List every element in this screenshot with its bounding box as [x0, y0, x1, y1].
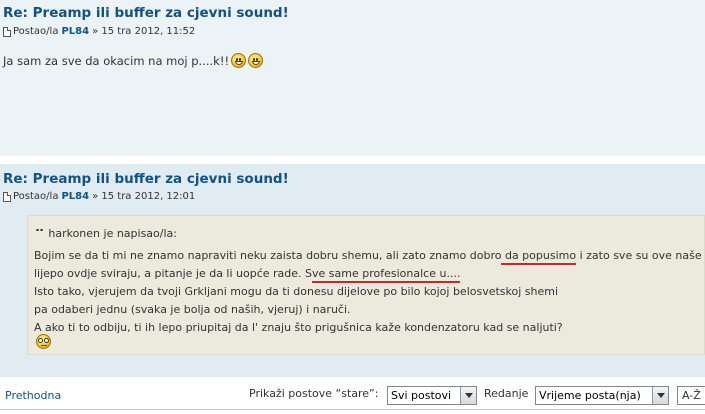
- post-date: » 15 tra 2012, 11:52: [92, 26, 196, 37]
- laughing-icon: [231, 53, 247, 68]
- quote-line: pa odaberi jednu (svaka je bolja od naši…: [34, 303, 351, 316]
- chevron-down-icon[interactable]: [652, 387, 668, 404]
- quote-block: “ harkonen je napisao/la: Bojim se da ti…: [27, 215, 705, 355]
- quote-line: lijepo ovdje sviraju, a pitanje je da li…: [34, 265, 700, 283]
- sort-bar: Prethodna Prikaži postove “stare”: Svi p…: [0, 382, 705, 410]
- divider: [0, 409, 705, 410]
- laughing-icon: [248, 53, 264, 68]
- quote-line: Isto tako, vjerujem da tvoji Grkljani mo…: [34, 285, 559, 298]
- posted-by-label: Postao/la: [13, 26, 59, 37]
- sort-order-value: A-Ž: [682, 389, 701, 402]
- red-underlined-text: da popusimo: [501, 249, 577, 265]
- previous-link[interactable]: Prethodna: [5, 389, 61, 402]
- red-underlined-text: ve same profesionalce u....: [312, 267, 461, 283]
- chevron-down-icon[interactable]: [460, 387, 476, 404]
- quote-mark-icon: “: [35, 229, 45, 239]
- quote-text-segment: Bojim se da ti mi ne znamo napraviti nek…: [34, 249, 502, 262]
- post-author-line: Postao/la PL84 » 15 tra 2012, 12:01: [3, 191, 195, 202]
- sort-label: Redanje: [484, 387, 529, 400]
- author-link[interactable]: PL84: [61, 191, 89, 202]
- post-icon[interactable]: [3, 191, 11, 202]
- quote-author: harkonen je napisao/la:: [48, 227, 177, 240]
- quote-header: “ harkonen je napisao/la:: [35, 227, 177, 240]
- post-text: Ja sam za sve da okacim na moj p....k!!: [3, 53, 230, 68]
- quote-text: Bojim se da ti mi ne znamo napraviti nek…: [34, 247, 702, 337]
- quote-text-segment: i zato sve su ove naše: [576, 249, 702, 262]
- sort-by-select[interactable]: Vrijeme posta(nja): [535, 386, 669, 405]
- post-author-line: Postao/la PL84 » 15 tra 2012, 11:52: [3, 26, 195, 37]
- quote-text-segment: lijepo ovdje sviraju, a pitanje je da li…: [34, 267, 313, 280]
- post-1: Re: Preamp ili buffer za cjevni sound! P…: [0, 0, 705, 156]
- quote-line: A ako ti to odbiju, ti ih lepo priupitaj…: [34, 321, 563, 334]
- posted-by-label: Postao/la: [13, 191, 59, 202]
- show-posts-label: Prikaži postove “stare”:: [249, 387, 379, 400]
- show-posts-value: Svi postovi: [391, 389, 452, 402]
- show-posts-select[interactable]: Svi postovi: [387, 386, 477, 405]
- quote-line: Bojim se da ti mi ne znamo napraviti nek…: [34, 247, 702, 265]
- sort-by-value: Vrijeme posta(nja): [539, 389, 641, 402]
- sort-order-select[interactable]: A-Ž: [677, 386, 705, 405]
- post-title-link[interactable]: Re: Preamp ili buffer za cjevni sound!: [3, 171, 289, 187]
- post-title-link[interactable]: Re: Preamp ili buffer za cjevni sound!: [3, 5, 289, 21]
- post-icon[interactable]: [3, 26, 11, 37]
- author-link[interactable]: PL84: [61, 26, 89, 37]
- post-2: Re: Preamp ili buffer za cjevni sound! P…: [0, 164, 705, 377]
- post-body: Ja sam za sve da okacim na moj p....k!!: [3, 53, 264, 68]
- post-date: » 15 tra 2012, 12:01: [92, 191, 196, 202]
- glasses-icon: [36, 334, 51, 349]
